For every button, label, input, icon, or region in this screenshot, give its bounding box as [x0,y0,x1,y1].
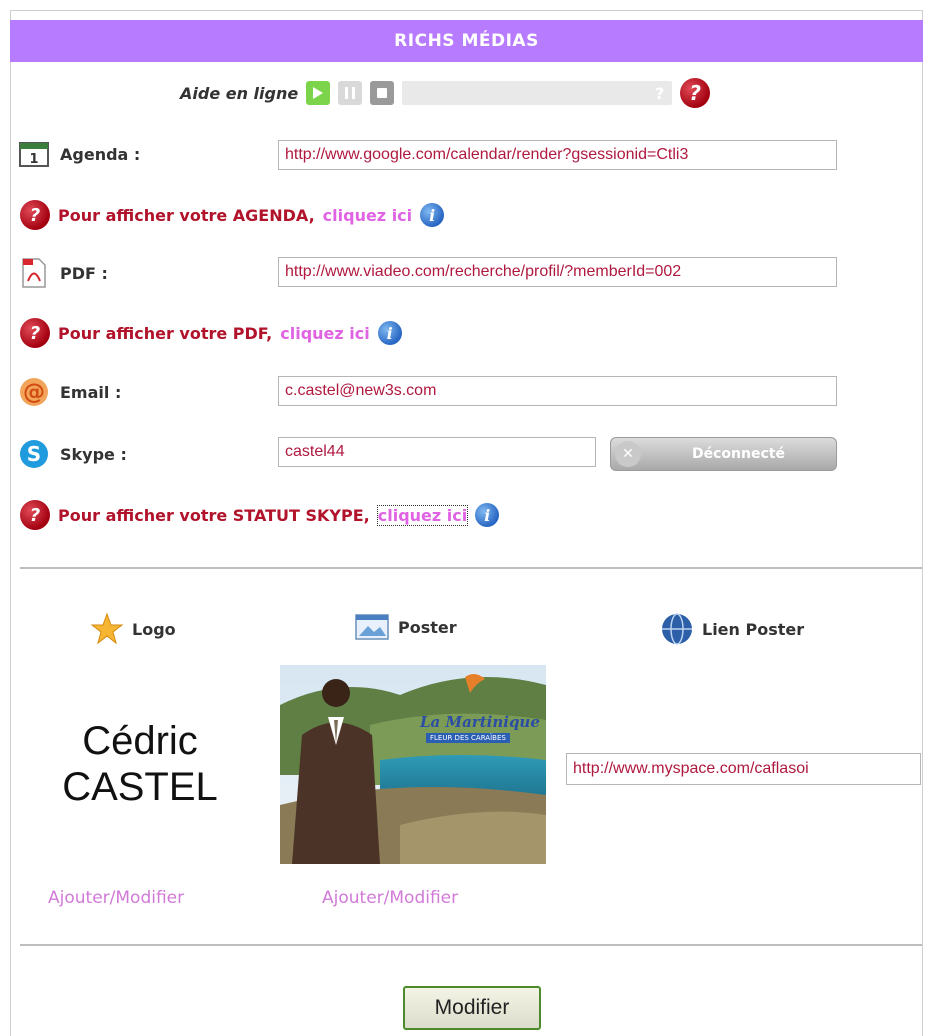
star-icon [90,612,124,645]
svg-text:S: S [27,442,41,466]
skype-status-button[interactable]: ✕ Déconnecté [610,437,837,471]
email-field[interactable]: c.castel@new3s.com [278,376,837,406]
progress-hint: ? [654,83,665,103]
poster-image: La Martinique FLEUR DES CARAÏBES [280,665,546,864]
logo-name-first: Cédric [82,719,198,763]
play-icon[interactable] [306,81,331,105]
pdf-help: ? Pour afficher votre PDF, cliquez ici i [20,318,402,348]
pause-icon[interactable] [338,81,363,105]
skype-help-text: Pour afficher votre STATUT SKYPE, [58,505,370,525]
agenda-row: 1 Agenda : [18,140,140,168]
stop-icon[interactable] [370,81,395,105]
skype-field[interactable]: castel44 [278,437,596,467]
email-row: @ Email : [18,376,121,408]
lien-poster-label: Lien Poster [702,619,805,639]
panel-title: RICHS MÉDIAS [394,31,539,51]
poster-label: Poster [398,617,457,637]
divider [20,944,922,946]
agenda-url-field[interactable]: http://www.google.com/calendar/render?gs… [278,140,837,170]
skype-value: castel44 [285,443,345,460]
help-question-icon: ? [20,200,50,230]
divider [20,567,922,569]
agenda-help-link[interactable]: cliquez ici [323,206,412,225]
poster-brand: La Martinique [420,713,540,731]
poster-tagline: FLEUR DES CARAÏBES [426,733,510,743]
close-icon: ✕ [615,441,641,467]
email-value: c.castel@new3s.com [285,382,437,399]
agenda-help-text: Pour afficher votre AGENDA, [58,205,315,225]
skype-help: ? Pour afficher votre STATUT SKYPE, cliq… [20,500,500,530]
info-icon[interactable]: i [420,203,445,227]
skype-help-link[interactable]: cliquez ici [376,504,469,526]
skype-status-label: Déconnecté [692,446,785,462]
help-question-icon: ? [20,318,50,348]
info-icon[interactable]: i [377,321,402,345]
pdf-label: PDF : [60,263,108,283]
skype-row: S Skype : [18,438,127,470]
svg-text:@: @ [23,380,45,405]
logo-heading: Logo [90,612,176,646]
poster-add-modify-link[interactable]: Ajouter/Modifier [322,888,458,908]
email-label: Email : [60,382,122,402]
pdf-row: PDF : [18,257,108,289]
globe-icon [662,613,692,645]
logo-name-last: CASTEL [62,765,218,809]
image-icon [355,614,389,640]
help-question-icon: ? [20,500,50,530]
logo-add-modify-link[interactable]: Ajouter/Modifier [48,888,184,908]
pdf-help-text: Pour afficher votre PDF, [58,323,273,343]
skype-label: Skype : [60,444,127,464]
logo-preview: Cédric CASTEL [40,668,240,860]
audio-progress-bar[interactable]: ? [402,81,673,105]
aide-en-ligne-bar: Aide en ligne ? ? [180,78,711,108]
skype-icon: S [20,440,48,468]
modifier-button[interactable]: Modifier [403,986,541,1030]
logo-label: Logo [132,619,176,639]
agenda-help: ? Pour afficher votre AGENDA, cliquez ic… [20,200,445,230]
agenda-url-value: http://www.google.com/calendar/render?gs… [285,146,689,163]
pdf-help-link[interactable]: cliquez ici [280,324,369,343]
pdf-icon [22,258,46,288]
info-icon[interactable]: i [475,503,500,527]
lien-poster-value: http://www.myspace.com/caflasoi [573,760,809,777]
at-sign-icon: @ [20,378,48,406]
pdf-url-value: http://www.viadeo.com/recherche/profil/?… [285,263,682,280]
lien-poster-field[interactable]: http://www.myspace.com/caflasoi [566,753,921,785]
svg-text:1: 1 [29,152,38,167]
calendar-icon: 1 [19,142,49,167]
help-question-icon[interactable]: ? [680,78,711,108]
pdf-url-field[interactable]: http://www.viadeo.com/recherche/profil/?… [278,257,837,287]
aide-label: Aide en ligne [180,83,299,103]
panel-header: RICHS MÉDIAS [10,20,923,62]
poster-heading: Poster [354,612,457,642]
agenda-label: Agenda : [60,144,141,164]
lien-poster-heading: Lien Poster [660,612,804,646]
